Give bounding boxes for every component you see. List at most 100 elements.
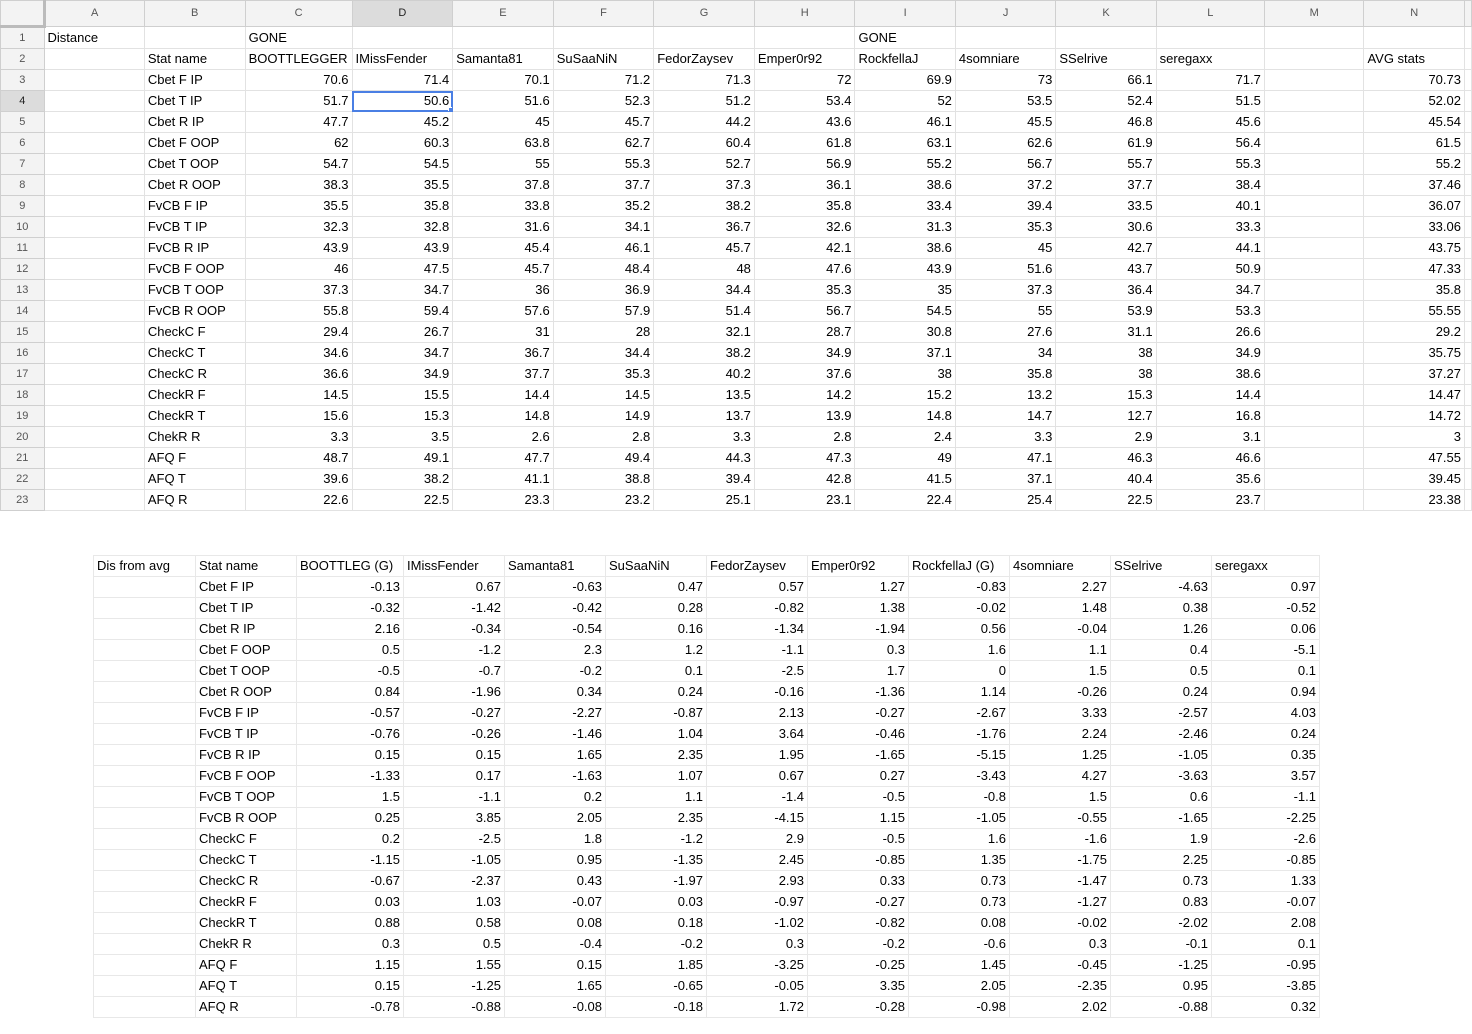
cell-n1[interactable] <box>1363 26 1465 49</box>
cell-overflow[interactable] <box>1464 48 1472 70</box>
dist-cell[interactable]: 1.85 <box>605 954 707 976</box>
dist-cell[interactable]: 0.84 <box>296 681 404 703</box>
cell-f1[interactable] <box>552 26 655 49</box>
cell-f16[interactable]: 34.4 <box>552 342 655 364</box>
dist-header-cell[interactable]: RockfellaJ (G) <box>908 555 1010 577</box>
cell-f13[interactable]: 36.9 <box>552 279 655 301</box>
cell-i3[interactable]: 69.9 <box>854 69 956 91</box>
cell-overflow[interactable] <box>1464 258 1472 280</box>
dist-cell[interactable]: 2.05 <box>908 975 1010 997</box>
cell-i9[interactable]: 33.4 <box>854 195 956 217</box>
cell-l17[interactable]: 38.6 <box>1155 363 1265 385</box>
cell-e5[interactable]: 45 <box>452 111 554 133</box>
cell-e10[interactable]: 31.6 <box>452 216 554 238</box>
cell-j12[interactable]: 51.6 <box>954 258 1057 280</box>
cell-b9[interactable]: FvCB F IP <box>143 195 246 217</box>
dist-cell[interactable]: 4.27 <box>1009 765 1111 787</box>
cell-i12[interactable]: 43.9 <box>854 258 956 280</box>
dist-cell[interactable]: -2.25 <box>1211 807 1320 829</box>
dist-cell[interactable]: 0.73 <box>1110 870 1212 892</box>
cell-l22[interactable]: 35.6 <box>1155 468 1265 490</box>
cell-l16[interactable]: 34.9 <box>1155 342 1265 364</box>
cell-d6[interactable]: 60.3 <box>351 132 454 154</box>
dist-cell[interactable]: 0.32 <box>1211 996 1320 1018</box>
dist-cell[interactable]: -0.7 <box>403 660 505 682</box>
dist-cell[interactable]: 0.03 <box>605 891 707 913</box>
dist-cell[interactable]: -0.2 <box>504 660 606 682</box>
cell-overflow[interactable] <box>1464 405 1472 427</box>
row-header-11[interactable]: 11 <box>0 237 45 259</box>
cell-b4[interactable]: Cbet T IP <box>143 90 246 112</box>
dist-cell[interactable]: -0.26 <box>403 723 505 745</box>
dist-cell[interactable]: 2.45 <box>706 849 808 871</box>
cell-n3[interactable]: 70.73 <box>1363 69 1465 91</box>
dist-cell[interactable] <box>93 723 196 745</box>
dist-cell[interactable]: 0.4 <box>1110 639 1212 661</box>
dist-cell[interactable] <box>93 975 196 997</box>
cell-d5[interactable]: 45.2 <box>351 111 454 133</box>
dist-cell[interactable]: 0.08 <box>504 912 606 934</box>
cell-c4[interactable]: 51.7 <box>244 90 353 112</box>
cell-d2[interactable]: IMissFender <box>351 48 454 70</box>
column-header-overflow[interactable] <box>1464 0 1472 27</box>
dist-cell[interactable]: 0.58 <box>403 912 505 934</box>
dist-cell[interactable]: -2.37 <box>403 870 505 892</box>
cell-g16[interactable]: 38.2 <box>653 342 755 364</box>
column-header-g[interactable]: G <box>653 0 755 27</box>
cell-e13[interactable]: 36 <box>452 279 554 301</box>
cell-h6[interactable]: 61.8 <box>753 132 856 154</box>
dist-cell[interactable]: 0.97 <box>1211 576 1320 598</box>
cell-f6[interactable]: 62.7 <box>552 132 655 154</box>
dist-cell[interactable]: 0.88 <box>296 912 404 934</box>
cell-e15[interactable]: 31 <box>452 321 554 343</box>
cell-n13[interactable]: 35.8 <box>1363 279 1465 301</box>
cell-l5[interactable]: 45.6 <box>1155 111 1265 133</box>
cell-f8[interactable]: 37.7 <box>552 174 655 196</box>
cell-f2[interactable]: SuSaaNiN <box>552 48 655 70</box>
row-header-20[interactable]: 20 <box>0 426 45 448</box>
cell-e22[interactable]: 41.1 <box>452 468 554 490</box>
dist-cell[interactable]: -2.46 <box>1110 723 1212 745</box>
cell-g9[interactable]: 38.2 <box>653 195 755 217</box>
cell-b12[interactable]: FvCB F OOP <box>143 258 246 280</box>
cell-e17[interactable]: 37.7 <box>452 363 554 385</box>
dist-cell[interactable]: -1.25 <box>403 975 505 997</box>
dist-cell[interactable]: 0.73 <box>908 891 1010 913</box>
cell-l1[interactable] <box>1155 26 1265 49</box>
cell-k7[interactable]: 55.7 <box>1055 153 1157 175</box>
cell-overflow[interactable] <box>1464 237 1472 259</box>
dist-cell[interactable]: -0.54 <box>504 618 606 640</box>
dist-cell[interactable]: -0.04 <box>1009 618 1111 640</box>
dist-cell[interactable]: -2.27 <box>504 702 606 724</box>
cell-i7[interactable]: 55.2 <box>854 153 956 175</box>
dist-cell[interactable]: CheckC R <box>195 870 297 892</box>
dist-cell[interactable] <box>93 702 196 724</box>
dist-cell[interactable]: 1.8 <box>504 828 606 850</box>
cell-k3[interactable]: 66.1 <box>1055 69 1157 91</box>
cell-d3[interactable]: 71.4 <box>351 69 454 91</box>
cell-overflow[interactable] <box>1464 468 1472 490</box>
cell-n10[interactable]: 33.06 <box>1363 216 1465 238</box>
dist-cell[interactable] <box>93 639 196 661</box>
dist-cell[interactable]: -1.2 <box>403 639 505 661</box>
cell-h22[interactable]: 42.8 <box>753 468 856 490</box>
dist-cell[interactable]: -0.32 <box>296 597 404 619</box>
cell-d22[interactable]: 38.2 <box>351 468 454 490</box>
dist-cell[interactable]: -0.18 <box>605 996 707 1018</box>
dist-cell[interactable] <box>93 891 196 913</box>
cell-a4[interactable] <box>43 90 145 112</box>
cell-e11[interactable]: 45.4 <box>452 237 554 259</box>
dist-cell[interactable]: 1.33 <box>1211 870 1320 892</box>
cell-d14[interactable]: 59.4 <box>351 300 454 322</box>
dist-cell[interactable]: 0.5 <box>296 639 404 661</box>
cell-a16[interactable] <box>43 342 145 364</box>
cell-n12[interactable]: 47.33 <box>1363 258 1465 280</box>
cell-l7[interactable]: 55.3 <box>1155 153 1265 175</box>
cell-m19[interactable] <box>1263 405 1365 427</box>
cell-n16[interactable]: 35.75 <box>1363 342 1465 364</box>
dist-cell[interactable]: 0.67 <box>706 765 808 787</box>
cell-b1[interactable] <box>143 26 246 49</box>
cell-n7[interactable]: 55.2 <box>1363 153 1465 175</box>
dist-cell[interactable]: 0.15 <box>296 744 404 766</box>
cell-i23[interactable]: 22.4 <box>854 489 956 511</box>
